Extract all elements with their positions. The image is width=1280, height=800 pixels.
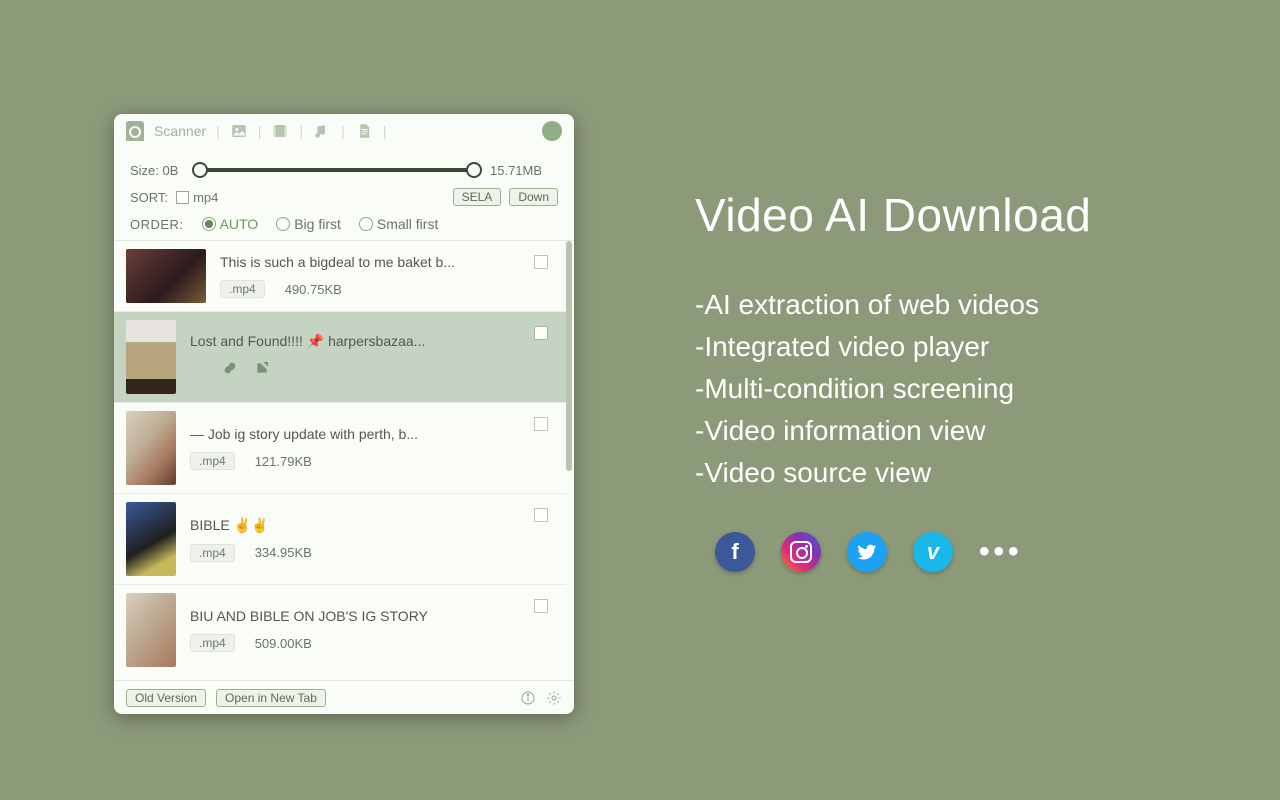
thumbnail [126,320,176,394]
vimeo-icon[interactable] [913,532,953,572]
promo-bullet: -Integrated video player [695,326,1091,368]
promo-bullet: -Video information view [695,410,1091,452]
size-max-label: 15.71MB [490,163,558,178]
app-logo-icon [126,121,144,141]
thumbnail [126,502,176,576]
item-title: This is such a bigdeal to me baket b... [220,254,554,270]
info-icon[interactable] [520,690,536,706]
promo-bullets: -AI extraction of web videos -Integrated… [695,284,1091,494]
select-all-button[interactable]: SELA [453,188,502,206]
item-title: BIU AND BIBLE ON JOB'S IG STORY [190,608,554,624]
list-item[interactable]: — Job ig story update with perth, b... .m… [114,402,566,493]
thumbnail [126,593,176,667]
order-big-first-radio[interactable]: Big first [276,216,341,232]
size-min-label: Size: 0B [130,163,184,178]
document-filter-icon[interactable] [355,122,373,140]
list-item[interactable]: This is such a bigdeal to me baket b....… [114,241,566,311]
more-icon[interactable]: ••• [979,535,1023,569]
thumbnail [126,411,176,485]
share-icon[interactable] [254,360,270,381]
item-checkbox[interactable] [534,326,548,340]
item-size: 509.00KB [255,636,312,651]
promo-title: Video AI Download [695,188,1091,242]
video-filter-icon[interactable] [271,122,289,140]
order-small-first-radio[interactable]: Small first [359,216,438,232]
item-checkbox[interactable] [534,599,548,613]
item-ext: .mp4 [220,280,265,298]
promo-bullet: -Video source view [695,452,1091,494]
item-checkbox[interactable] [534,417,548,431]
promo-bullet: -Multi-condition screening [695,368,1091,410]
item-title: BIBLE ✌️✌️ [190,517,554,534]
list-item[interactable]: BIU AND BIBLE ON JOB'S IG STORY .mp4 509.0… [114,584,566,675]
item-title: Lost and Found!!!! 📌 harpersbazaa... [190,333,554,350]
list-item[interactable]: Lost and Found!!!! 📌 harpersbazaa... [114,311,566,402]
item-meta: .mp4 121.79KB [190,452,554,470]
item-actions [190,360,554,381]
item-checkbox[interactable] [534,255,548,269]
twitter-icon[interactable] [847,532,887,572]
item-ext: .mp4 [190,452,235,470]
item-checkbox[interactable] [534,508,548,522]
instagram-icon[interactable] [781,532,821,572]
download-all-button[interactable] [542,121,562,141]
item-meta: .mp4 490.75KB [220,280,554,298]
open-new-tab-button[interactable]: Open in New Tab [216,689,326,707]
audio-filter-icon[interactable] [313,122,331,140]
thumbnail [126,249,206,303]
order-label: ORDER: [130,217,184,232]
sort-mp4-checkbox[interactable]: mp4 [176,190,218,205]
link-icon[interactable] [222,360,238,381]
panel-topbar: Scanner | | | | | [114,114,574,148]
app-name: Scanner [154,123,206,139]
item-size: 334.95KB [255,545,312,560]
item-size: 490.75KB [285,282,342,297]
item-size: 121.79KB [255,454,312,469]
image-filter-icon[interactable] [230,122,248,140]
old-version-button[interactable]: Old Version [126,689,206,707]
item-ext: .mp4 [190,544,235,562]
download-icon[interactable] [190,360,206,381]
results-list: This is such a bigdeal to me baket b....… [114,240,574,680]
facebook-icon[interactable] [715,532,755,572]
promo-bullet: -AI extraction of web videos [695,284,1091,326]
item-title: — Job ig story update with perth, b... [190,426,554,442]
list-scrollbar[interactable] [566,241,572,680]
item-meta: .mp4 509.00KB [190,634,554,652]
item-ext: .mp4 [190,634,235,652]
panel-footer: Old Version Open in New Tab [114,680,574,714]
sort-label: SORT: [130,190,168,205]
settings-icon[interactable] [546,690,562,706]
size-range-slider[interactable] [192,160,482,180]
scanner-panel: Scanner | | | | | Size: 0B 15.71MB [114,114,574,714]
order-auto-radio[interactable]: AUTO [202,216,259,232]
download-button[interactable]: Down [509,188,558,206]
item-meta: .mp4 334.95KB [190,544,554,562]
list-item[interactable]: BIBLE ✌️✌️ .mp4 334.95KB [114,493,566,584]
